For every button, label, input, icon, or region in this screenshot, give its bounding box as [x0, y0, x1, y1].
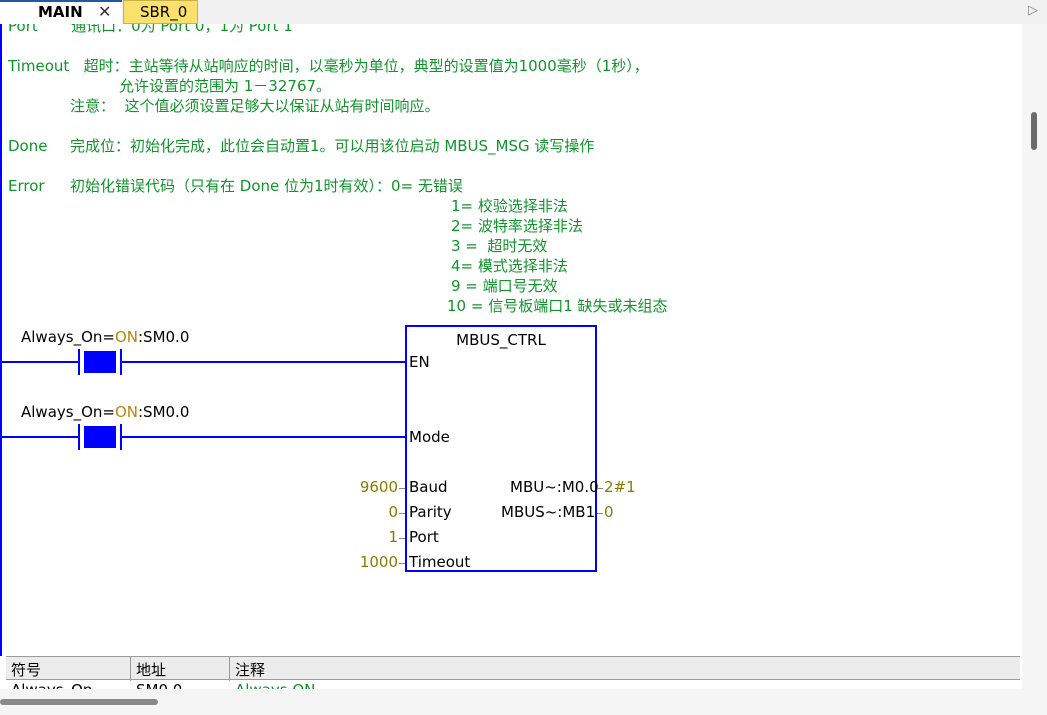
- power-rail: [0, 24, 2, 656]
- pin-tick: [399, 513, 405, 514]
- tab-scroll-right-icon[interactable]: ▷: [1028, 3, 1038, 18]
- table-cell-symbol[interactable]: Always_On: [11, 681, 92, 689]
- pin-tick: [399, 538, 405, 539]
- pin-done-output: MBU~:M0.0: [510, 478, 599, 496]
- horizontal-scrollbar[interactable]: [0, 689, 1047, 715]
- param-port-value[interactable]: 1: [330, 528, 398, 546]
- comment-error-code: 9 = 端口号无效: [451, 277, 558, 295]
- comment-done-text: 完成位：初始化完成，此位会自动置1。可以用该位启动 MBUS_MSG 读写操作: [70, 137, 595, 155]
- column-header-address[interactable]: 地址: [136, 659, 166, 680]
- comment-error-code: 4= 模式选择非法: [451, 257, 568, 275]
- column-header-symbol[interactable]: 符号: [11, 659, 41, 680]
- comment-port: Port 通讯口：0为 Port 0，1为 Port 1: [8, 24, 293, 35]
- comment-done-label: Done: [8, 137, 48, 155]
- tab-main-label: MAIN: [38, 3, 83, 21]
- vertical-scrollbar[interactable]: [1022, 24, 1047, 689]
- pin-tick: [597, 488, 603, 489]
- pin-mode: Mode: [409, 428, 450, 446]
- pin-port: Port: [409, 528, 439, 546]
- editor-tab-bar: MAIN ✕ SBR_0 ▷: [0, 0, 1047, 24]
- pin-parity: Parity: [409, 503, 452, 521]
- wire: [122, 361, 405, 363]
- wire: [0, 436, 80, 438]
- pin-tick: [597, 513, 603, 514]
- tab-main[interactable]: MAIN ✕: [0, 0, 122, 24]
- comment-error-text: 初始化错误代码（只有在 Done 位为1时有效）：0= 无错误: [70, 177, 463, 195]
- wire: [122, 436, 405, 438]
- comment-error-code: 3 = 超时无效: [451, 237, 548, 255]
- pin-en: EN: [409, 353, 430, 371]
- tab-sbr-0[interactable]: SBR_0: [123, 0, 198, 24]
- table-cell-comment[interactable]: Always ON: [235, 681, 315, 689]
- param-baud-value[interactable]: 9600: [330, 478, 398, 496]
- output-done-value: 2#1: [604, 478, 636, 496]
- vertical-scroll-thumb[interactable]: [1031, 112, 1037, 150]
- comment-error-code: 10 = 信号板端口1 缺失或未组态: [447, 297, 668, 315]
- horizontal-scroll-thumb[interactable]: [0, 699, 158, 705]
- comment-timeout-range: 允许设置的范围为 1－32767。: [119, 77, 332, 95]
- symbol-table-header: 符号 地址 注释: [6, 656, 1020, 681]
- pin-baud: Baud: [409, 478, 448, 496]
- comment-error-code: 1= 校验选择非法: [451, 197, 568, 215]
- wire: [0, 361, 80, 363]
- param-parity-value[interactable]: 0: [330, 503, 398, 521]
- output-error-value: 0: [604, 503, 614, 521]
- block-title: MBUS_CTRL: [456, 331, 546, 349]
- comment-error-label: Error: [8, 177, 45, 195]
- comment-error-code: 2= 波特率选择非法: [451, 217, 583, 235]
- contact-label-mode: Always_On=ON:SM0.0: [21, 403, 190, 421]
- contact-label-en: Always_On=ON:SM0.0: [21, 328, 190, 346]
- pin-error-output: MBUS~:MB1: [501, 503, 596, 521]
- symbol-table: 符号 地址 注释 Always_On SM0.0 Always ON: [6, 656, 1020, 689]
- pin-timeout: Timeout: [409, 553, 471, 571]
- contact-always-on-en[interactable]: [78, 349, 122, 375]
- comment-timeout-note: 注意： 这个值必须设置足够大以保证从站有时间响应。: [70, 97, 440, 115]
- contact-always-on-mode[interactable]: [78, 424, 122, 450]
- close-tab-icon[interactable]: ✕: [98, 2, 111, 21]
- pin-tick: [399, 563, 405, 564]
- tab-sbr-0-label: SBR_0: [140, 3, 188, 21]
- table-cell-address[interactable]: SM0.0: [136, 681, 182, 689]
- column-header-comment[interactable]: 注释: [235, 659, 265, 680]
- param-timeout-value[interactable]: 1000: [330, 553, 398, 571]
- pin-tick: [399, 488, 405, 489]
- comment-timeout: Timeout 超时：主站等待从站响应的时间，以毫秒为单位，典型的设置值为100…: [8, 57, 649, 75]
